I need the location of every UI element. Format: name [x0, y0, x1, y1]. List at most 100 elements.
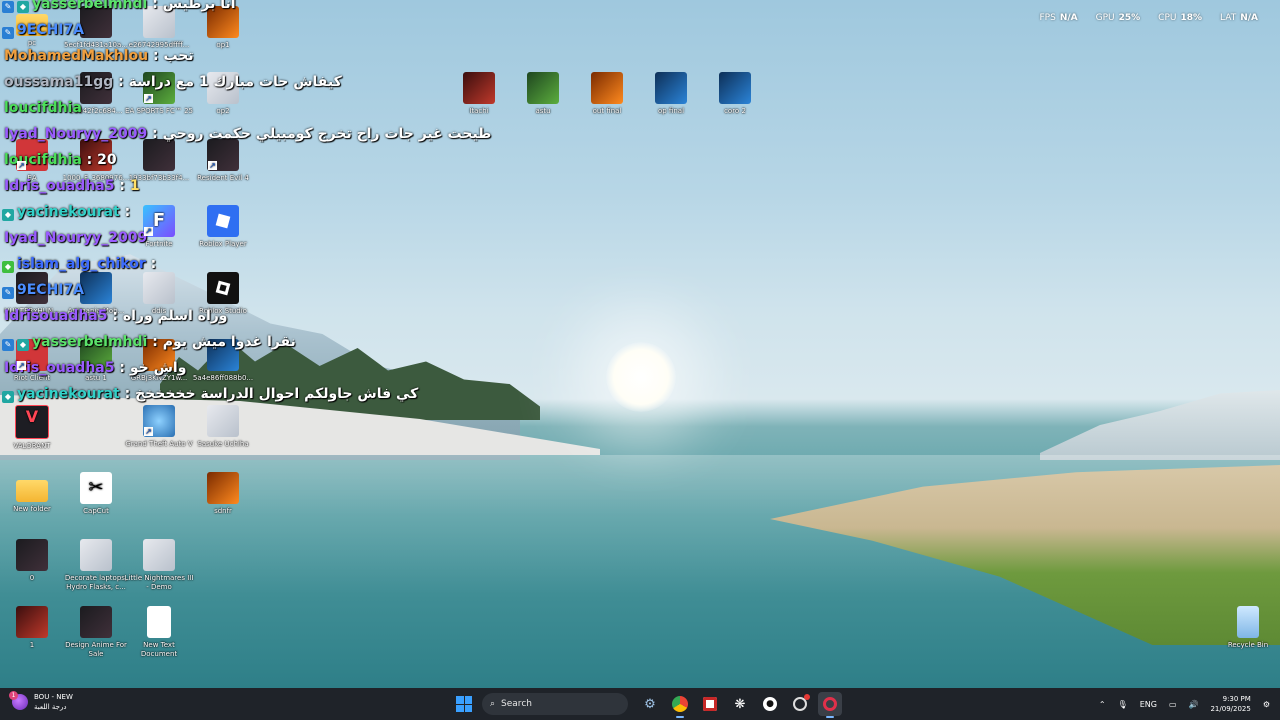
perf-cpu: CPU 18% — [1158, 13, 1203, 23]
subscriber-badge-icon: ◆ — [17, 1, 29, 13]
taskbar-chatgpt[interactable]: ❋ — [728, 692, 752, 716]
desktop-icon-op-final[interactable]: op final — [636, 72, 706, 116]
fortnite-icon: F — [143, 205, 175, 237]
capture-app-icon — [703, 697, 717, 711]
image-thumbnail-icon — [16, 539, 48, 571]
desktop-icon-image[interactable]: 1933bf73b33f4... — [124, 139, 194, 183]
search-placeholder: Search — [501, 699, 532, 709]
search-icon: ⌕ — [490, 699, 496, 709]
widget-subtitle: درجة اللعبة — [34, 703, 67, 711]
desktop-icon-roblox-player[interactable]: Roblox Player — [188, 205, 258, 249]
widget-app-icon: 1 — [9, 691, 28, 710]
settings-icon[interactable]: ⚙ — [1263, 700, 1270, 709]
desktop-icon-itachi[interactable]: Itachi — [444, 72, 514, 116]
start-button[interactable] — [452, 692, 476, 716]
chat-message: ✎ 9ECHI7A — [2, 282, 84, 299]
image-thumbnail-icon — [463, 72, 495, 104]
recycle-bin-icon — [1237, 606, 1259, 638]
chat-message: oussama11gg : كيفاش جات مبارك 1 مع دراسة — [4, 74, 342, 90]
recording-indicator — [804, 694, 810, 700]
language-indicator[interactable]: ENG — [1140, 700, 1157, 709]
desktop-icon-astu[interactable]: astu — [508, 72, 578, 116]
little-nightmares-icon — [143, 539, 175, 571]
image-thumbnail-icon — [719, 72, 751, 104]
image-thumbnail-icon — [527, 72, 559, 104]
desktop-icon-new-text-document[interactable]: New Text Document — [124, 606, 194, 659]
image-thumbnail-icon — [207, 472, 239, 504]
chat-message: ◆ islam_alg_chikor : — [2, 256, 156, 273]
chrome-icon — [672, 696, 688, 712]
animania-icon — [80, 272, 112, 304]
location-pin-icon: ● — [763, 697, 777, 711]
notification-badge: 1 — [9, 691, 18, 700]
desktop-icon-coro-2[interactable]: coro 2 — [700, 72, 770, 116]
vip-badge-icon: ◆ — [2, 261, 14, 273]
perf-fps: FPS N/A — [1039, 13, 1078, 23]
chat-message: Idris_ouadha5 : واش خو — [4, 360, 187, 376]
chat-message: Idrisouadha5 : وراه اسلم وراه — [4, 308, 228, 324]
taskbar-steam[interactable]: ⚙ — [638, 692, 662, 716]
desktop-icon-out-final[interactable]: out final — [572, 72, 642, 116]
taskbar-opera-gx[interactable] — [818, 692, 842, 718]
taskbar-apps: ⌕ Search ⚙ ❋ ● — [452, 692, 842, 718]
desktop-icon-resident-evil-4[interactable]: Resident Evil 4 — [188, 139, 258, 183]
windows-logo-icon — [456, 696, 472, 712]
taskbar: 1 BOU - NEW درجة اللعبة ⌕ Search ⚙ ❋ ● ⌃ … — [0, 688, 1280, 720]
performance-overlay: FPS N/A GPU 25% CPU 18% LAT N/A — [1039, 13, 1258, 23]
volume-icon[interactable]: 🔊 — [1189, 700, 1199, 709]
image-thumbnail-icon — [143, 139, 175, 171]
widgets-button[interactable]: 1 BOU - NEW درجة اللعبة — [9, 691, 73, 712]
widget-title: BOU - NEW — [34, 693, 73, 701]
desktop-icon-new-folder[interactable]: New folder — [0, 472, 67, 514]
moderator-badge-icon: ✎ — [2, 1, 14, 13]
image-thumbnail-icon — [143, 272, 175, 304]
clock-date: 21/09/2025 — [1210, 705, 1251, 713]
chevron-up-icon[interactable]: ⌃ — [1099, 700, 1106, 709]
chat-message: ✎ ◆ yasserbelmhdi : أنا برطيس — [2, 0, 236, 13]
desktop-icon-recycle-bin[interactable]: Recycle Bin — [1213, 606, 1280, 650]
resident-evil-icon — [207, 139, 239, 171]
taskbar-obs[interactable] — [788, 692, 812, 716]
gta-icon — [143, 405, 175, 437]
folder-icon — [16, 480, 48, 502]
taskbar-tracker[interactable]: ● — [758, 692, 782, 716]
moderator-badge-icon: ✎ — [2, 339, 14, 351]
opera-gx-icon — [823, 697, 837, 711]
desktop-icon-capcut[interactable]: ✂ CapCut — [61, 472, 131, 516]
desktop-icon-1[interactable]: 1 — [0, 606, 67, 650]
taskbar-chrome[interactable] — [668, 692, 692, 718]
image-thumbnail-icon — [16, 606, 48, 638]
roblox-studio-icon — [207, 272, 239, 304]
desktop-icon-decorate-laptops[interactable]: Decorate laptops, Hydro Flasks, c... — [61, 539, 131, 592]
roblox-icon — [207, 205, 239, 237]
perf-gpu: GPU 25% — [1095, 13, 1141, 23]
desktop-icon-sdnfr[interactable]: sdnfr — [188, 472, 258, 516]
network-icon[interactable]: ▭ — [1169, 700, 1177, 709]
desktop-icon-little-nightmares[interactable]: Little Nightmares III - Demo — [124, 539, 194, 592]
moderator-badge-icon: ✎ — [2, 27, 14, 39]
desktop-icon-design-anime[interactable]: Design Anime For Sale — [61, 606, 131, 659]
subscriber-badge-icon: ◆ — [2, 391, 14, 403]
desktop-icon-0[interactable]: 0 — [0, 539, 67, 583]
clock[interactable]: 9:30 PM 21/09/2025 — [1210, 694, 1250, 714]
moderator-badge-icon: ✎ — [2, 287, 14, 299]
chat-message: ◆ yacinekourat : كي فاش جاولكم احوال الدر… — [2, 386, 418, 403]
desktop-icon-gta-v[interactable]: Grand Theft Auto V — [124, 405, 194, 449]
search-box[interactable]: ⌕ Search — [482, 693, 628, 715]
microphone-icon[interactable]: 🎙 — [1118, 700, 1128, 709]
image-thumbnail-icon — [591, 72, 623, 104]
desktop[interactable]: FPS N/A GPU 25% CPU 18% LAT N/A pc 5ecf1fd43… — [0, 0, 1280, 688]
chat-message: ✎ 9ECHI7A — [2, 22, 84, 39]
wallpaper-sun — [606, 342, 676, 412]
desktop-icon-sasuke-uchiha[interactable]: Sasuke Uchiha — [188, 405, 258, 449]
chat-message: ✎ ◆ yasserbelmhdi : نقرا غدوا ميش يوم — [2, 334, 296, 351]
clock-time: 9:30 PM — [1222, 695, 1251, 703]
image-thumbnail-icon — [80, 606, 112, 638]
desktop-icon-valorant[interactable]: VALORANT — [0, 405, 67, 451]
taskbar-capture-app[interactable] — [698, 692, 722, 716]
chat-message: Idris_ouadha5 : 1 — [4, 178, 140, 194]
steam-icon: ⚙ — [644, 696, 656, 712]
perf-latency: LAT N/A — [1220, 13, 1258, 23]
text-document-icon — [147, 606, 171, 638]
capcut-icon: ✂ — [80, 472, 112, 504]
